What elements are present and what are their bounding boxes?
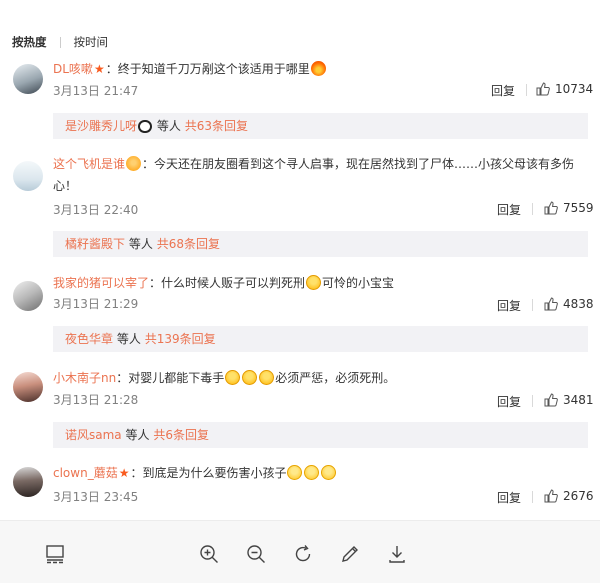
comment-time: 3月13日 21:28 — [53, 393, 139, 407]
avatar[interactable] — [13, 161, 43, 191]
vip-star-icon: ★ — [118, 466, 130, 480]
sad-emoji-icon — [304, 465, 320, 480]
like-count: 2676 — [563, 489, 594, 503]
zoom-out-button[interactable] — [245, 543, 267, 565]
more-replies-link[interactable]: 共68条回复 — [157, 237, 220, 251]
comment-body: 我家的猪可以宰了：什么时候人贩子可以判死刑 可怜的小宝宝 — [53, 272, 588, 294]
like-button[interactable]: 4838 — [544, 297, 594, 311]
download-icon — [389, 546, 405, 563]
comment-body: DL咳嗽★：终于知道千刀万剐这个该适用于哪里 — [53, 58, 588, 80]
divider — [532, 491, 533, 503]
tab-divider — [59, 36, 61, 48]
divider — [526, 84, 527, 96]
vip-star-icon: ★ — [93, 62, 105, 76]
more-replies-link[interactable]: 共6条回复 — [153, 428, 209, 442]
sub-reply-mid: 等人 — [156, 119, 181, 133]
sub-reply-user[interactable]: 诺风sama — [65, 428, 122, 442]
more-replies-link[interactable]: 共63条回复 — [185, 119, 248, 133]
crying-emoji-icon — [242, 370, 258, 385]
sad-emoji-icon — [287, 465, 303, 480]
like-button[interactable]: 10734 — [536, 82, 593, 96]
vip-badge-icon — [126, 156, 142, 171]
download-button[interactable] — [386, 543, 408, 565]
sub-reply-mid: 等人 — [128, 237, 153, 251]
image-viewer-toolbar — [0, 520, 600, 583]
comment-body: clown_蘑菇★：到底是为什么要伤害小孩子 — [53, 462, 588, 484]
thumb-up-icon — [544, 489, 558, 503]
rotate-button[interactable] — [292, 543, 314, 565]
comment-username[interactable]: DL咳嗽 — [53, 62, 93, 76]
sub-replies[interactable]: 夜色华章 等人 共139条回复 — [53, 326, 588, 352]
zoom-in-button[interactable] — [198, 543, 220, 565]
avatar[interactable] — [13, 281, 43, 311]
like-count: 4838 — [563, 297, 594, 311]
layout-icon — [46, 545, 64, 564]
comment-time: 3月13日 23:45 — [53, 490, 139, 504]
divider — [532, 299, 533, 311]
like-count: 10734 — [555, 82, 594, 96]
comment-username[interactable]: 小木南子nn — [53, 371, 116, 385]
sub-replies[interactable]: 诺风sama 等人 共6条回复 — [53, 422, 588, 448]
zoom-out-icon — [247, 545, 265, 563]
divider — [532, 203, 533, 215]
comment-text-tail: 可怜的小宝宝 — [322, 276, 395, 290]
comment-body: 小木南子nn：对婴儿都能下毒手 必须严惩，必须死刑。 — [53, 367, 588, 389]
weibo-comments-viewer: 按热度 按时间 DL咳嗽★：终于知道千刀万剐这个该适用于哪里 3月13日 21:… — [0, 0, 600, 583]
thumb-up-icon — [544, 393, 558, 407]
avatar[interactable] — [13, 64, 43, 94]
avatar[interactable] — [13, 467, 43, 497]
like-button[interactable]: 3481 — [544, 393, 594, 407]
reply-button[interactable]: 回复 — [497, 297, 521, 314]
sub-reply-mid: 等人 — [116, 332, 141, 346]
edit-icon — [342, 546, 358, 562]
comment-text-tail: 必须严惩，必须死刑。 — [275, 371, 396, 385]
crying-emoji-icon — [259, 370, 275, 385]
comments-panel: 按热度 按时间 DL咳嗽★：终于知道千刀万剐这个该适用于哪里 3月13日 21:… — [0, 0, 600, 520]
rotate-icon — [295, 545, 311, 562]
avatar[interactable] — [13, 372, 43, 402]
comment-text: ：到底是为什么要伤害小孩子 — [130, 466, 287, 480]
sort-tabs: 按热度 按时间 — [12, 34, 108, 50]
comment-username[interactable]: 我家的猪可以宰了 — [53, 276, 149, 290]
edit-button[interactable] — [339, 543, 361, 565]
like-button[interactable]: 2676 — [544, 489, 594, 503]
sub-reply-mid: 等人 — [125, 428, 150, 442]
comment-username[interactable]: 这个飞机是谁 — [53, 157, 125, 171]
comment-time: 3月13日 22:40 — [53, 203, 139, 217]
thumb-up-icon — [544, 297, 558, 311]
layout-button[interactable] — [44, 543, 66, 565]
fire-emoji-icon — [310, 61, 326, 76]
tab-sort-time[interactable]: 按时间 — [74, 34, 109, 50]
comment-text: ：终于知道千刀万剐这个该适用于哪里 — [105, 62, 310, 76]
reply-button[interactable]: 回复 — [497, 201, 521, 218]
comment-username[interactable]: clown_蘑菇 — [53, 466, 118, 480]
comment-body: 这个飞机是谁 ：今天还在朋友圈看到这个寻人启事，现在居然找到了尸体……小孩父母该有… — [53, 153, 588, 197]
comment-time: 3月13日 21:29 — [53, 297, 139, 311]
tab-sort-hot[interactable]: 按热度 — [12, 34, 47, 50]
comment-text: ：什么时候人贩子可以判死刑 — [149, 276, 306, 290]
sub-replies[interactable]: 是沙雕秀儿呀 等人 共63条回复 — [53, 113, 588, 139]
crying-emoji-icon — [225, 370, 241, 385]
thumb-up-icon — [544, 201, 558, 215]
sub-reply-user[interactable]: 夜色华章 — [65, 332, 113, 346]
sub-reply-user[interactable]: 是沙雕秀儿呀 — [65, 119, 137, 133]
zoom-in-icon — [200, 545, 218, 563]
comment-text: ：对婴儿都能下毒手 — [116, 371, 225, 385]
divider — [532, 395, 533, 407]
like-count: 3481 — [563, 393, 594, 407]
thumb-up-icon — [536, 82, 550, 96]
sub-replies[interactable]: 橘籽酱殿下 等人 共68条回复 — [53, 231, 588, 257]
reply-button[interactable]: 回复 — [497, 489, 521, 506]
more-replies-link[interactable]: 共139条回复 — [145, 332, 216, 346]
comment-time: 3月13日 21:47 — [53, 84, 139, 98]
reply-button[interactable]: 回复 — [491, 82, 515, 99]
panda-emoji-icon — [138, 120, 153, 133]
crying-emoji-icon — [306, 275, 322, 290]
reply-button[interactable]: 回复 — [497, 393, 521, 410]
sub-reply-user[interactable]: 橘籽酱殿下 — [65, 237, 125, 251]
like-count: 7559 — [563, 201, 594, 215]
sad-emoji-icon — [321, 465, 337, 480]
like-button[interactable]: 7559 — [544, 201, 594, 215]
